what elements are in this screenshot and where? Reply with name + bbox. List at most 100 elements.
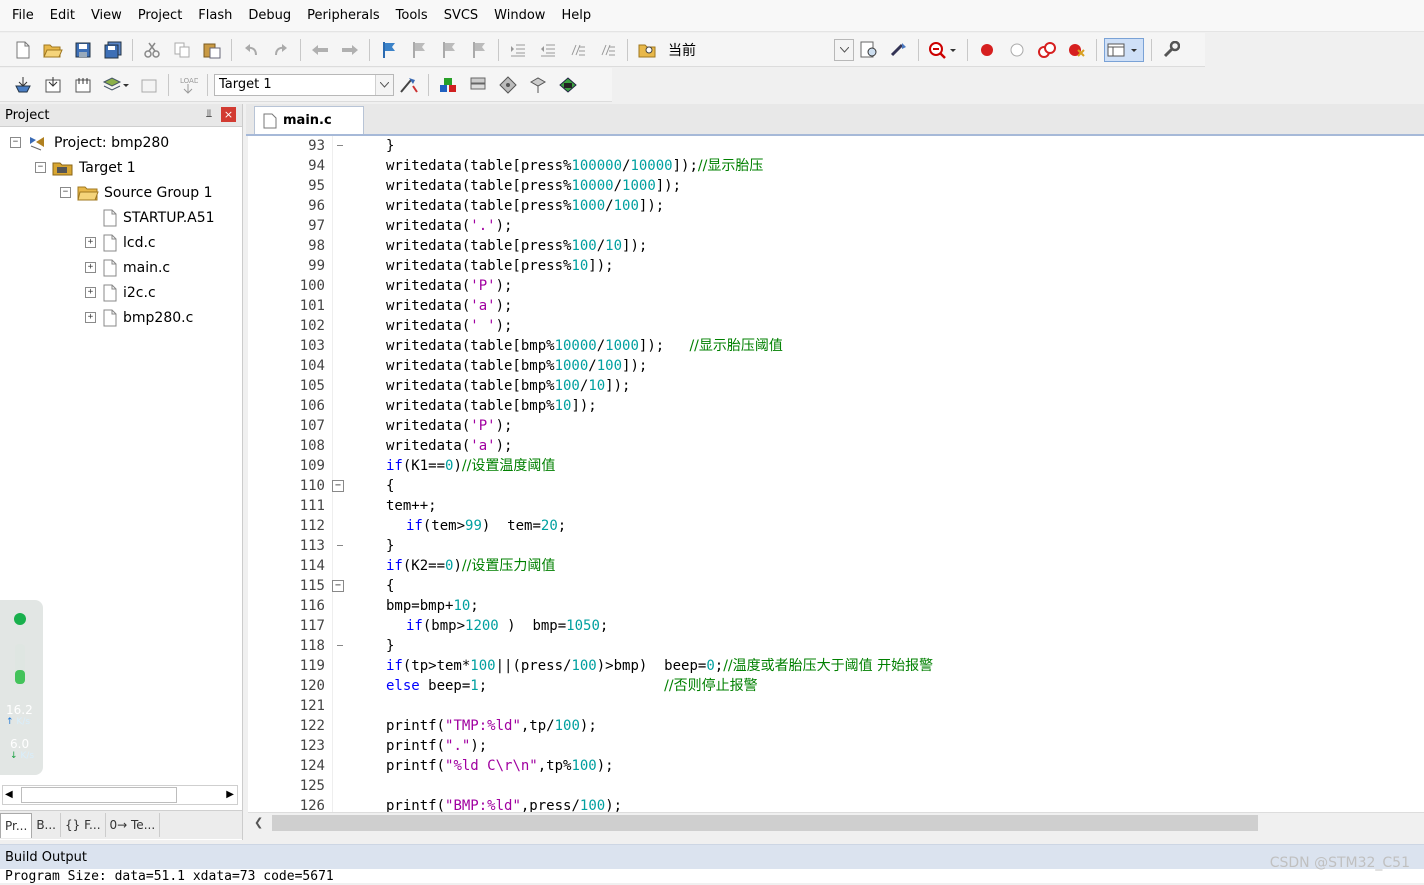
code-line[interactable]: 97 writedata('.'); [308,216,1424,236]
cut-icon[interactable] [140,38,164,62]
breakpoint-disable-all-icon[interactable] [1035,38,1059,62]
code-line[interactable]: 93} [308,136,1424,156]
breakpoint-icon[interactable] [975,38,999,62]
menu-peripherals[interactable]: Peripherals [299,0,388,32]
uncomment-icon[interactable] [596,38,620,62]
breakpoint-kill-all-icon[interactable] [1065,38,1089,62]
configure-wrench-icon[interactable] [1159,38,1183,62]
new-file-icon[interactable] [11,38,35,62]
code-line[interactable]: 118} [300,636,1424,656]
fold-collapse-icon[interactable]: − [332,480,344,492]
code-line[interactable]: 104 writedata(table[bmp%1000/100]); [300,356,1424,376]
save-all-icon[interactable] [101,38,125,62]
find-combo-dropdown[interactable] [834,38,854,61]
scroll-thumb[interactable] [272,815,1258,831]
code-line[interactable]: 123 printf("."); [300,736,1424,756]
code-line[interactable]: 112 if(tem>99) tem=20; [300,516,1424,536]
code-line[interactable]: 99 writedata(table[press%10]); [308,256,1424,276]
code-line[interactable]: 94 writedata(table[press%100000/10000]);/… [308,156,1424,176]
bookmark-next-icon[interactable] [437,38,461,62]
tree-item[interactable]: − Source Group 1 [0,180,240,205]
scroll-thumb[interactable] [21,787,177,803]
rebuild-icon[interactable] [71,73,95,97]
menu-debug[interactable]: Debug [240,0,299,32]
code-line[interactable]: 122 printf("TMP:%ld",tp/100); [300,716,1424,736]
menu-file[interactable]: File [4,0,42,32]
tree-item[interactable]: STARTUP.A51 [0,205,240,230]
debug-session-icon[interactable] [926,38,960,62]
code-line[interactable]: 108 writedata('a'); [300,436,1424,456]
paste-icon[interactable] [200,38,224,62]
code-line[interactable]: 98 writedata(table[press%100/10]); [308,236,1424,256]
code-line[interactable]: 113} [300,536,1424,556]
tree-item[interactable]: + lcd.c [0,230,240,255]
scroll-right-icon[interactable]: ▶ [226,789,234,800]
menu-svcs[interactable]: SVCS [436,0,486,32]
menu-edit[interactable]: Edit [42,0,83,32]
code-line[interactable]: 126 printf("BMP:%ld",press/100); [300,796,1424,812]
fold-collapse-icon[interactable]: − [332,580,344,592]
code-line[interactable]: 116 bmp=bmp+10; [300,596,1424,616]
expand-icon[interactable]: + [85,237,96,248]
project-tab[interactable]: Pr... [0,812,33,838]
menu-view[interactable]: View [83,0,130,32]
code-line[interactable]: 102 writedata(' '); [300,316,1424,336]
menu-window[interactable]: Window [486,0,553,32]
functions-tab[interactable]: {} F... [61,813,106,837]
templates-tab[interactable]: 0→ Te... [106,813,161,837]
build-icon[interactable] [41,73,65,97]
find-combo[interactable]: 当前 [664,39,834,61]
indent-icon[interactable] [506,38,530,62]
code-line[interactable]: 101 writedata('a'); [300,296,1424,316]
code-line[interactable]: 106 writedata(table[bmp%10]); [300,396,1424,416]
code-area[interactable]: 93} 94 writedata(table[press%100000/10000]… [300,136,1424,812]
undo-icon[interactable] [239,38,263,62]
code-line[interactable]: 100 writedata('P'); [300,276,1424,296]
tree-item[interactable]: + bmp280.c [0,305,240,330]
runtime-environment-icon[interactable] [526,73,550,97]
menu-tools[interactable]: Tools [388,0,436,32]
comment-icon[interactable] [566,38,590,62]
project-horizontal-scrollbar[interactable]: ◀ ▶ [2,785,238,805]
menu-project[interactable]: Project [130,0,190,32]
code-line[interactable]: 103 writedata(table[bmp%10000/1000]); //显… [300,336,1424,356]
scroll-left-icon[interactable]: ❮ [254,816,263,829]
target-select[interactable]: Target 1 [214,73,394,96]
code-line[interactable]: 114 if(K2==0)//设置压力阈值 [300,556,1424,576]
tree-item[interactable]: + main.c [0,255,240,280]
menu-help[interactable]: Help [553,0,599,32]
translate-icon[interactable] [11,73,35,97]
manage-project-items-icon[interactable] [436,73,460,97]
code-line[interactable]: 117 if(bmp>1200 ) bmp=1050; [300,616,1424,636]
stop-build-icon[interactable] [137,73,161,97]
target-options-icon[interactable] [397,73,421,97]
code-line[interactable]: 107 writedata('P'); [300,416,1424,436]
code-line[interactable]: 96 writedata(table[press%1000/100]); [308,196,1424,216]
code-line[interactable]: 124 printf("%ld C\r\n",tp%100); [300,756,1424,776]
bookmark-icon[interactable] [377,38,401,62]
select-packs-icon[interactable] [466,73,490,97]
editor-horizontal-scrollbar[interactable]: ❮ [248,812,1424,833]
unindent-icon[interactable] [536,38,560,62]
expand-icon[interactable]: + [85,312,96,323]
code-editor[interactable]: 93} 94 writedata(table[press%100000/10000]… [248,136,1424,812]
code-line[interactable]: 109 if(K1==0)//设置温度阈值 [300,456,1424,476]
code-line[interactable]: 121 [300,696,1424,716]
tree-item[interactable]: − Project: bmp280 [0,130,240,155]
close-icon[interactable]: × [221,107,236,122]
scroll-left-icon[interactable]: ◀ [5,789,13,800]
pin-icon[interactable]: ⫫ [206,107,212,121]
code-line[interactable]: 115− { [300,576,1424,596]
collapse-icon[interactable]: − [35,162,46,173]
code-line[interactable]: 111 tem++; [300,496,1424,516]
incremental-find-icon[interactable] [857,38,881,62]
expand-icon[interactable]: + [85,287,96,298]
find-in-files-icon[interactable] [635,38,659,62]
bookmark-prev-icon[interactable] [407,38,431,62]
code-line[interactable]: 110− { [300,476,1424,496]
collapse-icon[interactable]: − [10,137,21,148]
editor-tab-main-c[interactable]: main.c [254,106,364,134]
save-icon[interactable] [71,38,95,62]
breakpoint-disable-icon[interactable] [1005,38,1029,62]
tree-item[interactable]: − Target 1 [0,155,240,180]
